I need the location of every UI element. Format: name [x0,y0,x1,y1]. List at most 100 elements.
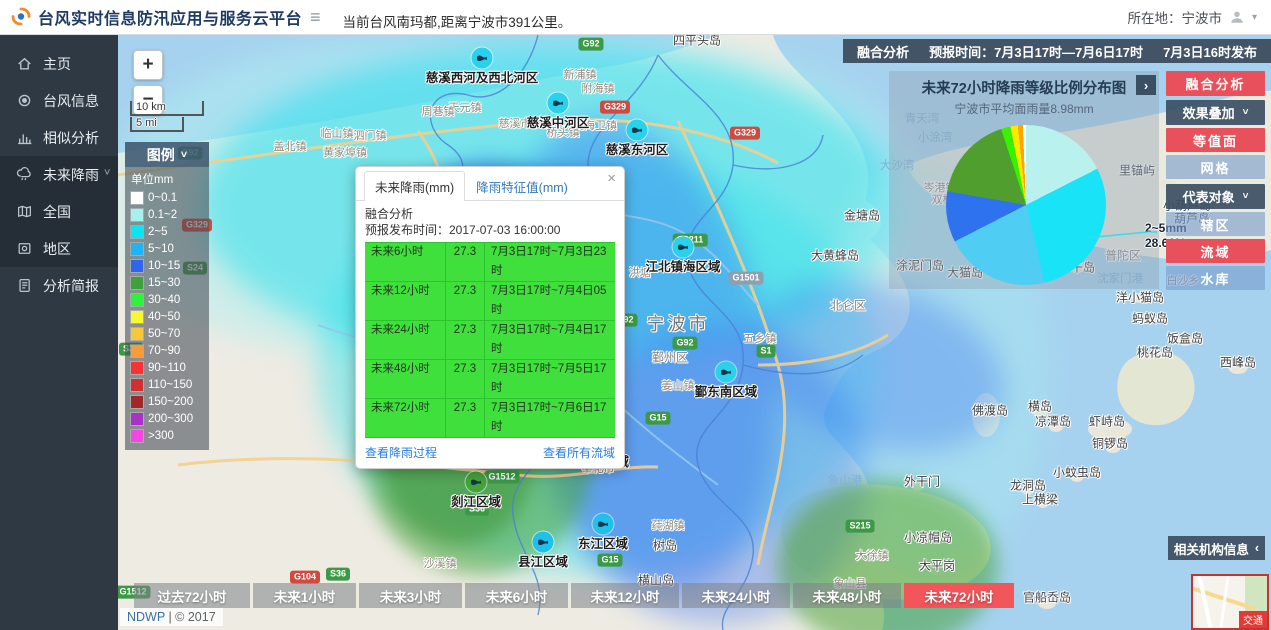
legend-item: 50~70 [131,325,203,342]
watershed-marker[interactable] [533,532,554,553]
sidebar-item-home[interactable]: 主页 [0,45,118,82]
watershed-marker[interactable] [466,472,487,493]
watershed-marker[interactable] [593,514,614,535]
time-button-0[interactable]: 过去72小时 [134,583,250,608]
watershed-marker-label: 鄞东南区域 [695,381,758,400]
rainfall-row[interactable]: 未来72小时27.37月3日17时~7月6日17时 [365,399,615,438]
rainfall-row[interactable]: 未来12小时27.37月3日17时~7月4日05时 [365,282,615,321]
map-label: 五乡镇 [744,330,777,346]
sidebar-item-national[interactable]: 全国 [0,193,118,230]
view-rain-process-link[interactable]: 查看降雨过程 [365,444,437,461]
chevron-down-icon: ˅ [1243,191,1249,202]
sidebar-item-typhoon-info[interactable]: 台风信息 [0,82,118,119]
forecast-issued: 7月3日16时发布 [1163,42,1257,61]
map-label: 佛渡岛 [972,402,1008,419]
time-button-5[interactable]: 未来24小时 [682,583,790,608]
time-button-6[interactable]: 未来48小时 [793,583,901,608]
map-label: 金塘岛 [844,207,880,224]
chevron-down-icon: ˅ [181,149,187,161]
road-badge: G15 [597,554,622,567]
bar-chart-icon [16,129,34,147]
legend-body: 单位mm 0~0.1 0.1~2 2~5 5~10 10~15 15~30 30… [125,167,209,450]
popup-source: 融合分析 [365,206,615,222]
sidebar-item-district[interactable]: 地区 [0,230,118,267]
map-label: 小凉帽岛 [904,529,952,546]
legend-swatch [131,243,143,255]
map-label: 小蚊虫岛 [1053,464,1101,481]
legend-unit: 单位mm [131,171,203,187]
fusion-analysis-button[interactable]: 融合分析 [1166,71,1265,96]
minimap-thumbnail[interactable]: 交通 [1191,574,1269,630]
watershed-marker-label: 慈溪东河区 [606,139,669,158]
map-label: 临山镇 [321,125,354,141]
legend-swatch [131,209,143,221]
watershed-marker[interactable] [673,237,694,258]
sidebar-item-analysis-report[interactable]: 分析简报 [0,267,118,304]
watershed-marker[interactable] [548,93,569,114]
app-stage: G92G329G329G92G329G9211S24G1501G92G92S32… [0,0,1271,630]
map-label: 宁波市 [647,310,710,336]
chevron-down-icon: ˅ [104,167,110,179]
popup-tab-1[interactable]: 降雨特征值(mm) [465,171,579,200]
time-button-4[interactable]: 未来12小时 [571,583,679,608]
watershed-marker[interactable] [627,120,648,141]
menu-icon[interactable]: ≡ [310,8,321,26]
popup-tabs: 未来降雨(mm)降雨特征值(mm) [356,167,624,201]
layer-button[interactable]: 水库 [1166,266,1265,290]
typhoon-icon [16,92,34,110]
road-badge: G92 [672,337,697,350]
map-attribution: NDWP | © 2017 [120,608,223,626]
layer-button[interactable]: 网格 [1166,155,1265,179]
attribution-brand[interactable]: NDWP [127,610,165,624]
road-badge: G1501 [728,272,763,285]
sidebar-nav: 主页 台风信息 相似分析 未来降雨 ˅ 全国 地区 分析简报 [0,35,118,630]
layer-group-header-0[interactable]: 效果叠加˅ [1166,100,1265,125]
rainfall-row[interactable]: 未来24小时27.37月3日17时~7月4日17时 [365,321,615,360]
map-label: 姜山镇 [662,377,695,393]
map-label: 铜锣岛 [1092,435,1128,452]
time-button-7[interactable]: 未来72小时 [904,583,1014,608]
legend-item: 5~10 [131,240,203,257]
typhoon-status-text: 当前台风南玛都,距离宁波市391公里。 [343,11,572,31]
legend-panel: 图例 ˅ 单位mm 0~0.1 0.1~2 2~5 5~10 10~15 15~… [125,142,209,450]
legend-swatch [131,311,143,323]
popup-tab-0[interactable]: 未来降雨(mm) [364,171,465,201]
chevron-left-icon: ‹ [1255,541,1259,555]
layer-group-header-1[interactable]: 代表对象˅ [1166,184,1265,209]
map-label: 盖北镇 [274,138,307,154]
map-label: 官船岙岛 [1023,589,1071,606]
legend-item: 200~300 [131,410,203,427]
legend-item: 15~30 [131,274,203,291]
layer-button[interactable]: 辖区 [1166,212,1265,236]
legend-swatch [131,430,143,442]
rainfall-row[interactable]: 未来6小时27.37月3日17时~7月3日23时 [365,242,615,282]
user-icon[interactable] [1229,9,1245,25]
time-button-3[interactable]: 未来6小时 [465,583,568,608]
zoom-in-button[interactable]: + [133,50,163,80]
watershed-marker[interactable] [716,362,737,383]
close-icon[interactable]: × [607,171,616,186]
sidebar-item-similar-analysis[interactable]: 相似分析 [0,119,118,156]
forecast-info-bar: 融合分析 预报时间：7月3日17时—7月6日17时 7月3日16时发布 [843,39,1271,63]
legend-swatch [131,413,143,425]
layer-button[interactable]: 等值面 [1166,128,1265,152]
related-institutions-button[interactable]: 相关机构信息 ‹ [1168,536,1265,560]
legend-swatch [131,260,143,272]
forecast-mode: 融合分析 [857,42,909,61]
time-button-1[interactable]: 未来1小时 [253,583,356,608]
legend-swatch [131,294,143,306]
layer-button[interactable]: 流域 [1166,239,1265,263]
legend-item: 2~5 [131,223,203,240]
sidebar-item-future-rain[interactable]: 未来降雨 ˅ [0,156,118,193]
minimap-road [1197,574,1213,630]
time-button-2[interactable]: 未来3小时 [359,583,462,608]
legend-header[interactable]: 图例 ˅ [125,142,209,167]
rainfall-row[interactable]: 未来48小时27.37月3日17时~7月5日17时 [365,360,615,399]
watershed-marker[interactable] [472,48,493,69]
map-canvas[interactable]: G92G329G329G92G329G9211S24G1501G92G92S32… [118,35,1271,630]
map-label: 西峰岛 [1220,354,1256,371]
view-all-basins-link[interactable]: 查看所有流域 [543,444,615,461]
legend-swatch [131,379,143,391]
typhoon-logo-icon [10,6,32,28]
chevron-down-icon[interactable]: ▾ [1252,12,1257,23]
